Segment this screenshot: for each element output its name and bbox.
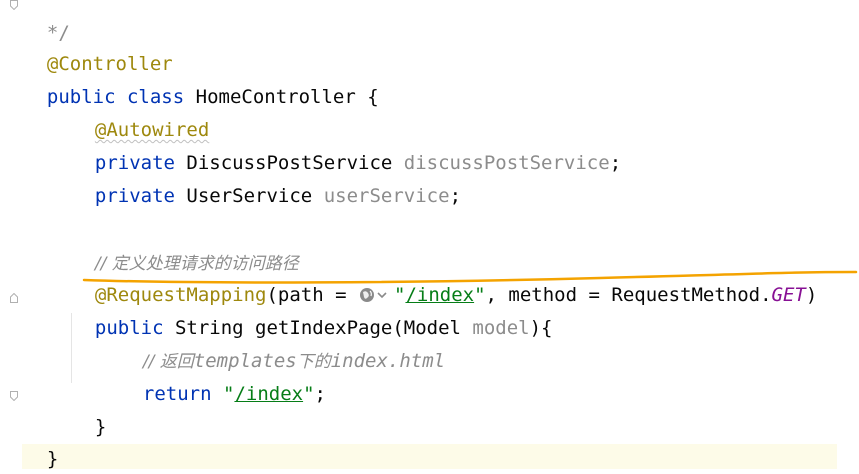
code-line[interactable]: */ — [24, 0, 70, 44]
current-line-highlight — [22, 444, 837, 469]
return-string[interactable]: /index — [234, 383, 303, 405]
string-quote: " — [222, 383, 235, 405]
enum-constant: GET — [771, 284, 806, 306]
code-line[interactable]: public class HomeController { — [24, 52, 379, 108]
fold-marker-icon[interactable] — [10, 0, 18, 10]
code-line[interactable]: @Autowired — [72, 85, 209, 141]
class-name: HomeController { — [195, 86, 379, 108]
comment: index.html — [330, 350, 446, 372]
code-text: ) — [805, 284, 818, 306]
semicolon: ; — [314, 383, 326, 405]
semicolon: ; — [609, 152, 622, 174]
semicolon: ; — [449, 185, 462, 207]
string-quote: " — [303, 383, 315, 405]
closing-brace: } — [46, 448, 59, 470]
code-text: ){ — [529, 317, 553, 339]
code-line[interactable]: public String getIndexPage(Model model){ — [72, 283, 553, 339]
code-line[interactable]: @RequestMapping(path = "/index", method … — [72, 250, 817, 306]
keyword: private — [94, 185, 175, 207]
type-name: UserService — [186, 185, 313, 207]
code-line[interactable]: // 定义处理请求的访问路径 — [72, 218, 299, 274]
fold-marker-icon[interactable] — [10, 391, 18, 401]
code-line[interactable]: private DiscussPostService discussPostSe… — [72, 118, 621, 174]
keyword: return — [142, 383, 212, 405]
code-line[interactable]: } — [24, 414, 58, 470]
parameter-name: model — [472, 317, 530, 339]
code-line[interactable]: private UserService userService; — [72, 151, 461, 207]
code-line[interactable]: } — [72, 382, 106, 438]
code-line[interactable]: return "/index"; — [120, 349, 326, 405]
fold-marker-icon[interactable] — [10, 293, 18, 303]
code-line[interactable]: @Controller — [24, 19, 173, 75]
closing-brace: } — [94, 416, 107, 438]
code-line[interactable]: // 返回templates下的index.html — [120, 316, 445, 372]
field-name: userService — [323, 185, 450, 207]
